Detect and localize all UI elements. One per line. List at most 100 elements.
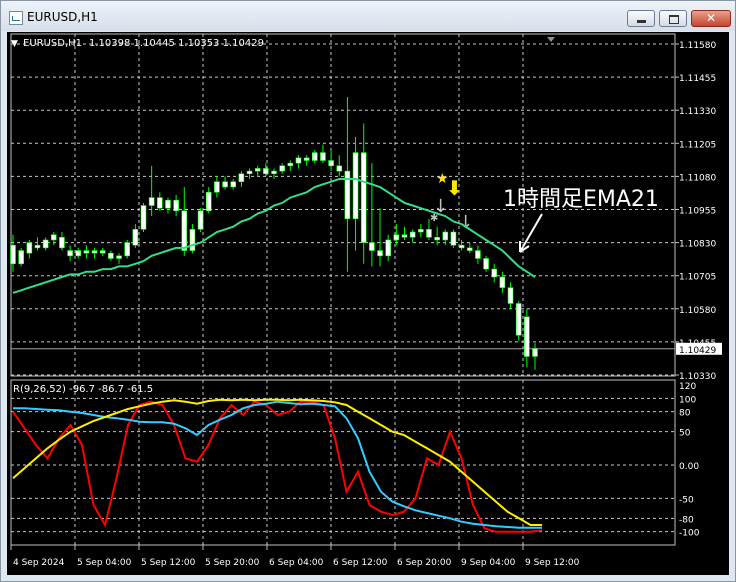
candle-body [157, 197, 163, 209]
candle-body [124, 242, 130, 257]
close-button[interactable]: ✕ [691, 10, 731, 27]
osc-tick-label: 0.00 [679, 462, 699, 472]
candle-body [238, 173, 245, 182]
candle-body [515, 303, 522, 336]
chart-svg[interactable]: ▼ EURUSD,H1 1.10398 1.10445 1.10353 1.10… [7, 32, 729, 575]
minimize-icon [637, 20, 646, 23]
osc-tick-label: -80 [679, 515, 694, 525]
candle-body [42, 239, 49, 249]
candle-body [393, 234, 400, 241]
candle-body [418, 229, 424, 233]
time-tick-label: 6 Sep 20:00 [397, 558, 452, 568]
candle-body [475, 250, 481, 259]
chart-window: EURUSD,H1 ✕ ▼ EURUSD,H1 1.10398 1.10445 … [0, 0, 736, 582]
candle-body [450, 231, 457, 246]
chart-area[interactable]: ▼ EURUSD,H1 1.10398 1.10445 1.10353 1.10… [7, 32, 729, 575]
price-tick-label: 1.11080 [679, 173, 716, 183]
candle-body [295, 157, 302, 164]
maximize-button[interactable] [659, 10, 687, 27]
candle-body [10, 244, 16, 265]
candle-body [360, 152, 367, 243]
gray-star-icon: ✱ [430, 213, 438, 224]
price-tick-label: 1.10830 [679, 240, 716, 250]
candle-body [75, 250, 82, 257]
candle-body [311, 152, 318, 161]
time-tick-label: 9 Sep 04:00 [461, 558, 516, 568]
time-tick-label: 9 Sep 12:00 [525, 558, 580, 568]
candle-body [320, 152, 326, 161]
candle-body [59, 237, 65, 249]
time-tick-label: 5 Sep 20:00 [205, 558, 260, 568]
time-tick-label: 5 Sep 04:00 [77, 558, 132, 568]
candle-body [181, 210, 188, 251]
chart-window-icon [9, 11, 23, 25]
candle-body [442, 231, 449, 241]
candle-body [491, 268, 498, 278]
oscillator-label: R(9,26,52) -96.7 -86.7 -61.5 [13, 384, 153, 395]
ema-annotation: 1時間足EMA21 [503, 187, 659, 212]
candle-body [401, 234, 408, 238]
candle-body [26, 242, 33, 254]
candle-body [189, 229, 196, 251]
candle-body [67, 250, 73, 257]
candle-body [214, 181, 220, 193]
candle-body [483, 258, 489, 270]
minimize-button[interactable] [627, 10, 655, 27]
candle-body [18, 250, 24, 265]
price-tick-label: 1.10955 [679, 207, 716, 217]
close-icon: ✕ [705, 11, 717, 25]
candle-body [230, 181, 237, 188]
candle-body [222, 181, 228, 188]
time-tick-label: 6 Sep 12:00 [333, 558, 388, 568]
candle-body [499, 276, 506, 288]
price-tick-label: 1.11330 [679, 107, 716, 117]
candle-body [385, 239, 391, 257]
osc-tick-label: -100 [679, 529, 700, 539]
osc-tick-label: 120 [679, 382, 696, 392]
osc-tick-label: -50 [679, 495, 694, 505]
candle-body [377, 250, 383, 257]
candle-body [279, 165, 285, 172]
candle-body [91, 250, 98, 254]
candle-body [263, 168, 269, 175]
osc-tick-label: 100 [679, 395, 696, 405]
candle-body [197, 210, 204, 230]
candle-body [108, 252, 114, 259]
candle-body [287, 162, 294, 167]
candle-body [173, 199, 179, 212]
candle-body [140, 205, 147, 230]
candle-body [426, 229, 432, 238]
price-tick-label: 1.10330 [679, 372, 716, 382]
time-tick-label: 4 Sep 2024 [13, 558, 65, 568]
candle-body [466, 247, 473, 251]
candle-body [148, 197, 155, 206]
chart-dynamic-layer: 4 Sep 2024 5 Sep 04:00 5 Sep 12:00 5 Sep 20… [10, 33, 722, 568]
candle-body [132, 229, 139, 246]
candle-body [116, 255, 122, 259]
price-tick-label: 1.10705 [679, 273, 716, 283]
top-right-marker-icon [547, 37, 555, 42]
current-price-label: 1.10429 [679, 346, 716, 356]
maximize-icon [669, 15, 679, 24]
osc-tick-label: 80 [679, 409, 691, 419]
candle-body [532, 348, 538, 357]
candle-body [352, 152, 359, 220]
candle-body [369, 242, 375, 251]
candle-body [246, 170, 253, 175]
osc-tick-label: 50 [679, 429, 691, 439]
candle-body [434, 237, 440, 241]
price-tick-label: 1.11580 [679, 41, 716, 51]
title-bar[interactable]: EURUSD,H1 ✕ [1, 1, 735, 31]
candle-body [271, 170, 277, 175]
candle-body [336, 165, 343, 172]
window-title: EURUSD,H1 [27, 10, 98, 24]
candle-body [34, 244, 41, 249]
yellow-sell-arrow-icon: ⬇ [446, 176, 463, 200]
candle-body [165, 199, 171, 209]
candle-body [254, 168, 261, 172]
candle-body [458, 244, 465, 249]
candle-body [409, 231, 416, 238]
candle-body [303, 157, 310, 161]
candle-body [83, 250, 90, 254]
price-tick-label: 1.10580 [679, 306, 716, 316]
